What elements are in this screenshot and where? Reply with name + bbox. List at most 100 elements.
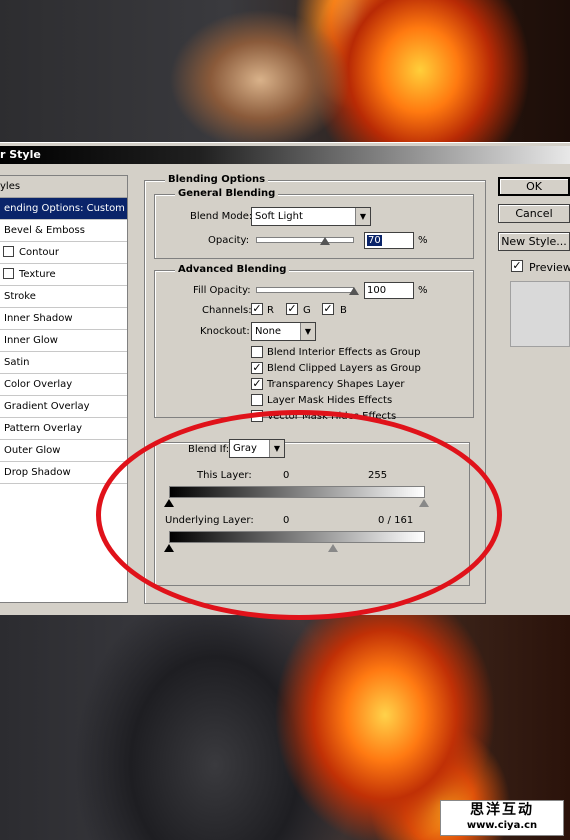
blend-interior-checkbox[interactable]	[251, 346, 263, 358]
fill-opacity-slider-track[interactable]	[256, 287, 354, 293]
style-item-label: Texture	[19, 269, 56, 280]
style-item-outer-glow[interactable]: Outer Glow	[0, 440, 127, 462]
blend-if-select[interactable]: Gray ▼	[229, 439, 285, 458]
style-item-label: Bevel & Emboss	[4, 225, 85, 236]
opacity-slider-track[interactable]	[256, 237, 354, 243]
opacity-value: 70	[367, 235, 382, 246]
vector-mask-hides-checkbox[interactable]	[251, 410, 263, 422]
style-item-color-overlay[interactable]: Color Overlay	[0, 374, 127, 396]
style-item-label: Inner Glow	[4, 335, 58, 346]
texture-checkbox[interactable]	[3, 268, 14, 279]
general-blending-group: General Blending	[154, 188, 474, 259]
style-item-label: Satin	[4, 357, 30, 368]
blend-mode-label: Blend Mode:	[190, 211, 253, 222]
style-item-bevel-emboss[interactable]: Bevel & Emboss	[0, 220, 127, 242]
underlying-layer-low-value: 0	[283, 515, 290, 526]
fill-opacity-slider-thumb[interactable]	[349, 287, 359, 295]
dialog-title: r Style	[0, 148, 41, 161]
cancel-button[interactable]: Cancel	[498, 204, 570, 223]
watermark-url: www.ciya.cn	[466, 820, 538, 831]
this-layer-black-thumb[interactable]	[164, 499, 174, 507]
vector-mask-hides-label: Vector Mask Hides Effects	[267, 411, 397, 422]
styles-list-header[interactable]: yles	[0, 176, 127, 198]
underlying-layer-label: Underlying Layer:	[165, 515, 254, 526]
watermark-brand: 思洋互动	[470, 802, 534, 818]
style-item-label: Contour	[19, 247, 59, 258]
background-photo-top	[0, 0, 570, 142]
knockout-value: None	[255, 326, 282, 337]
style-item-drop-shadow[interactable]: Drop Shadow	[0, 462, 127, 484]
blend-if-value: Gray	[233, 443, 257, 454]
style-item-label: Color Overlay	[4, 379, 73, 390]
fill-opacity-value: 100	[367, 285, 387, 296]
this-layer-low-value: 0	[283, 470, 290, 481]
blend-if-group	[154, 442, 470, 586]
channel-g-label: G	[303, 305, 311, 316]
style-item-pattern-overlay[interactable]: Pattern Overlay	[0, 418, 127, 440]
style-item-gradient-overlay[interactable]: Gradient Overlay	[0, 396, 127, 418]
this-layer-gradient-bar	[169, 486, 425, 498]
fill-opacity-input[interactable]: 100	[364, 282, 414, 299]
opacity-input[interactable]: 70	[364, 232, 414, 249]
style-item-texture[interactable]: Texture	[0, 264, 127, 286]
channel-r-checkbox[interactable]: ✓	[251, 303, 263, 315]
advanced-blending-title: Advanced Blending	[175, 264, 290, 275]
channels-label: Channels:	[202, 305, 252, 316]
style-item-contour[interactable]: Contour	[0, 242, 127, 264]
new-style-button[interactable]: New Style...	[498, 232, 570, 251]
style-item-inner-shadow[interactable]: Inner Shadow	[0, 308, 127, 330]
blend-mode-select[interactable]: Soft Light ▼	[251, 207, 371, 226]
blend-mode-value: Soft Light	[255, 211, 303, 222]
layer-style-dialog: r Style yles ending Options: Custom Beve…	[0, 142, 570, 615]
style-item-label: Gradient Overlay	[4, 401, 90, 412]
channel-b-checkbox[interactable]: ✓	[322, 303, 334, 315]
chevron-down-icon: ▼	[355, 208, 370, 225]
preview-checkbox[interactable]: ✓	[511, 260, 523, 272]
style-item-satin[interactable]: Satin	[0, 352, 127, 374]
blend-if-label: Blend If:	[186, 444, 232, 455]
blend-clipped-label: Blend Clipped Layers as Group	[267, 363, 421, 374]
ok-button[interactable]: OK	[498, 177, 570, 196]
fill-opacity-label: Fill Opacity:	[193, 285, 251, 296]
knockout-select[interactable]: None ▼	[251, 322, 316, 341]
style-item-blending-options[interactable]: ending Options: Custom	[0, 198, 127, 220]
transparency-shapes-label: Transparency Shapes Layer	[267, 379, 405, 390]
style-item-label: Drop Shadow	[4, 467, 71, 478]
underlying-layer-black-thumb[interactable]	[164, 544, 174, 552]
underlying-layer-gradient-bar	[169, 531, 425, 543]
layer-mask-hides-label: Layer Mask Hides Effects	[267, 395, 393, 406]
knockout-label: Knockout:	[200, 326, 250, 337]
channel-b-label: B	[340, 305, 347, 316]
this-layer-high-value: 255	[368, 470, 388, 481]
style-item-inner-glow[interactable]: Inner Glow	[0, 330, 127, 352]
chevron-down-icon: ▼	[300, 323, 315, 340]
style-item-label: Stroke	[4, 291, 36, 302]
this-layer-label: This Layer:	[197, 470, 252, 481]
style-item-label: Outer Glow	[4, 445, 61, 456]
style-item-label: ending Options: Custom	[4, 203, 125, 214]
underlying-layer-split-thumb[interactable]	[328, 544, 338, 552]
watermark: 思洋互动 www.ciya.cn	[440, 800, 564, 836]
fill-opacity-unit: %	[418, 285, 428, 296]
opacity-slider-thumb[interactable]	[319, 237, 330, 245]
opacity-label: Opacity:	[208, 235, 250, 246]
opacity-unit: %	[418, 235, 428, 246]
contour-checkbox[interactable]	[3, 246, 14, 257]
style-item-label: Inner Shadow	[4, 313, 73, 324]
channel-g-checkbox[interactable]: ✓	[286, 303, 298, 315]
style-item-label: Pattern Overlay	[4, 423, 83, 434]
this-layer-white-thumb[interactable]	[419, 499, 429, 507]
style-item-stroke[interactable]: Stroke	[0, 286, 127, 308]
general-blending-title: General Blending	[175, 188, 279, 199]
transparency-shapes-checkbox[interactable]: ✓	[251, 378, 263, 390]
blend-interior-label: Blend Interior Effects as Group	[267, 347, 421, 358]
chevron-down-icon: ▼	[269, 440, 284, 457]
blend-clipped-checkbox[interactable]: ✓	[251, 362, 263, 374]
underlying-layer-high-value: 0 / 161	[378, 515, 414, 526]
channel-r-label: R	[267, 305, 274, 316]
style-preview-swatch	[510, 281, 570, 347]
blending-options-title: Blending Options	[165, 174, 269, 185]
dialog-titlebar[interactable]: r Style	[0, 146, 570, 164]
layer-mask-hides-checkbox[interactable]	[251, 394, 263, 406]
styles-list: yles ending Options: Custom Bevel & Embo…	[0, 175, 128, 603]
